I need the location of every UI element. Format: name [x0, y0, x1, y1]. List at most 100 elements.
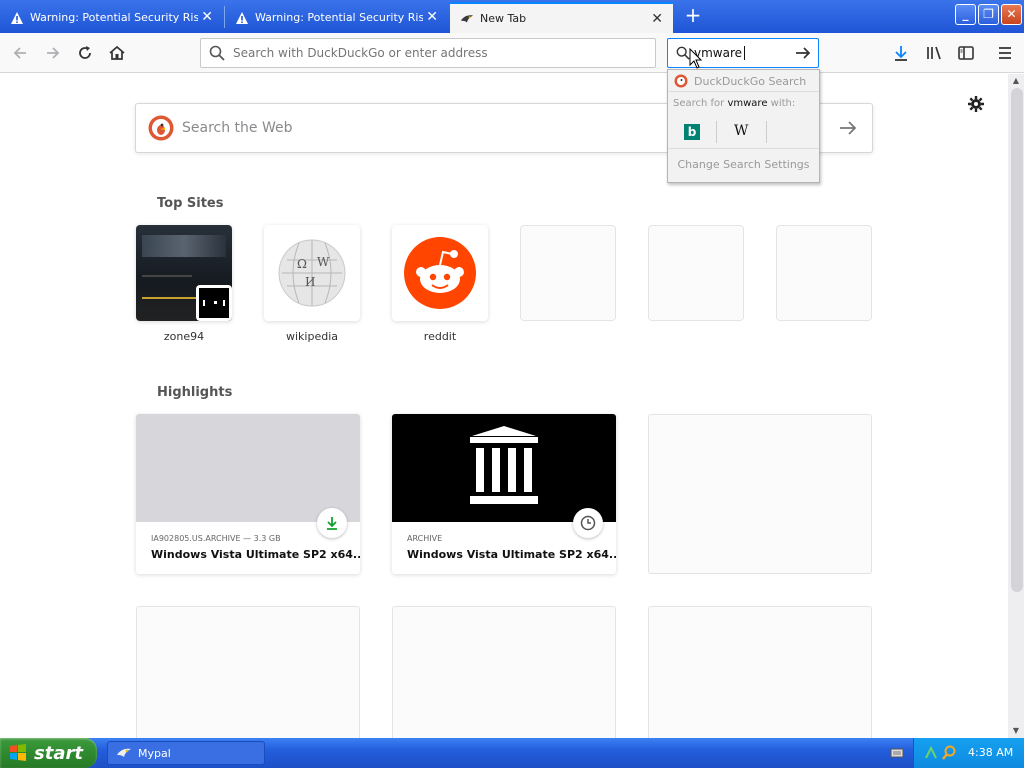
scroll-up-arrow[interactable]: ▲	[1008, 74, 1024, 88]
library-button[interactable]	[920, 39, 948, 67]
forward-button[interactable]	[39, 39, 67, 67]
reddit-logo-icon	[404, 237, 476, 309]
thumbnail-decoration	[142, 297, 202, 299]
download-icon	[895, 46, 907, 61]
highlight-empty	[648, 606, 872, 738]
mypal-favicon	[460, 14, 474, 22]
sidebar-icon	[958, 46, 974, 60]
url-input[interactable]	[233, 46, 643, 60]
tab-security-warning-1[interactable]: Warning: Potential Security Risk A ✕	[0, 2, 223, 33]
highlight-empty	[136, 606, 360, 738]
taskbar-item-mypal[interactable]: Mypal	[107, 741, 265, 765]
clock-badge	[573, 508, 603, 538]
taskbar-item-label: Mypal	[138, 746, 171, 760]
warning-icon	[11, 11, 23, 24]
minimize-button[interactable]: _	[955, 4, 976, 25]
bing-icon[interactable]: b	[684, 124, 700, 140]
top-site-label: zone94	[163, 330, 205, 343]
highlight-thumbnail	[136, 414, 360, 522]
system-tray: 4:38 AM	[890, 738, 1024, 768]
wikipedia-icon[interactable]: W	[734, 123, 748, 139]
new-tab-button[interactable]: +	[683, 5, 703, 26]
network-icon[interactable]	[924, 746, 938, 760]
divider	[668, 91, 819, 92]
close-window-button[interactable]: ✕	[1001, 4, 1022, 25]
top-site-wikipedia[interactable]: Ω W И	[264, 225, 360, 321]
highlight-card[interactable]: ARCHIVE Windows Vista Ultimate SP2 x64..…	[392, 414, 616, 574]
change-search-settings[interactable]: Change Search Settings	[668, 158, 819, 171]
url-bar[interactable]	[200, 38, 656, 68]
home-icon	[109, 45, 125, 60]
library-icon	[927, 46, 941, 60]
reload-icon	[79, 46, 91, 59]
hamburger-menu-icon	[999, 47, 1011, 59]
tab-title: Warning: Potential Security Risk A	[255, 11, 423, 24]
mouse-pointer-icon	[689, 48, 703, 69]
tab-title: New Tab	[480, 12, 527, 25]
windows-logo-icon	[10, 744, 26, 761]
close-tab-icon[interactable]: ✕	[201, 9, 213, 25]
highlight-source: ARCHIVE	[407, 534, 443, 543]
top-site-empty	[776, 225, 872, 321]
magnifier-icon[interactable]	[942, 745, 957, 760]
maximize-button[interactable]: ❐	[978, 4, 999, 25]
search-go-arrow-icon[interactable]	[838, 119, 858, 137]
new-tab-page: Search the Web Top Sites zone94 Ω W И wi…	[0, 74, 1008, 738]
close-tab-icon[interactable]: ✕	[426, 9, 438, 25]
close-tab-icon[interactable]: ✕	[651, 11, 663, 27]
duckduckgo-logo-icon	[148, 115, 174, 141]
web-search-placeholder: Search the Web	[182, 120, 293, 136]
internet-archive-logo-icon	[470, 426, 538, 504]
download-badge	[317, 508, 347, 538]
scrollbar-thumb[interactable]	[1011, 88, 1023, 592]
mypal-app-icon	[117, 748, 131, 757]
start-label: start	[34, 742, 83, 764]
search-icon	[209, 45, 225, 61]
highlight-title: Windows Vista Ultimate SP2 x64...	[407, 548, 616, 561]
top-site-reddit[interactable]	[392, 225, 488, 321]
reload-button[interactable]	[71, 39, 99, 67]
downloads-button[interactable]	[887, 39, 915, 67]
search-suggestions-popup: DuckDuckGo Search Search for vmware with…	[667, 69, 820, 183]
text-cursor	[744, 46, 746, 60]
divider	[668, 148, 819, 149]
clock-icon	[580, 515, 596, 531]
tab-title: Warning: Potential Security Risk A	[30, 11, 198, 24]
tab-new-tab[interactable]: New Tab ✕	[450, 2, 673, 33]
search-term: vmware	[727, 98, 768, 109]
svg-text:Ω: Ω	[297, 257, 307, 271]
menu-button[interactable]	[991, 39, 1019, 67]
search-for-suffix: with:	[767, 98, 796, 109]
back-button[interactable]	[6, 39, 34, 67]
download-icon	[327, 517, 337, 530]
forward-arrow-icon	[47, 47, 60, 59]
warning-icon	[236, 11, 248, 24]
top-site-zone94[interactable]	[136, 225, 232, 321]
search-for-line: Search for vmware with:	[673, 98, 795, 109]
top-sites-heading: Top Sites	[157, 196, 224, 211]
top-site-label: reddit	[423, 330, 457, 343]
svg-text:И: И	[305, 275, 315, 289]
search-for-prefix: Search for	[673, 98, 728, 109]
divider	[716, 121, 717, 143]
sidebar-button[interactable]	[952, 39, 980, 67]
thumbnail-decoration	[142, 235, 226, 257]
divider	[766, 121, 767, 143]
scroll-down-arrow[interactable]: ▼	[1008, 724, 1024, 738]
engine-title: DuckDuckGo Search	[694, 74, 807, 88]
wikipedia-globe-icon: Ω W И	[278, 239, 346, 307]
home-button[interactable]	[103, 39, 131, 67]
duckduckgo-icon	[674, 74, 688, 88]
tab-security-warning-2[interactable]: Warning: Potential Security Risk A ✕	[225, 2, 448, 33]
highlight-card[interactable]: IA902805.US.ARCHIVE — 3.3 GB Windows Vis…	[136, 414, 360, 574]
go-arrow-icon[interactable]	[794, 45, 812, 61]
start-button[interactable]: start	[0, 738, 97, 768]
thumbnail-decoration	[142, 275, 192, 277]
keyboard-icon[interactable]	[890, 746, 904, 760]
svg-text:W: W	[317, 255, 330, 269]
back-arrow-icon	[13, 47, 26, 59]
top-site-label: wikipedia	[285, 330, 338, 343]
highlight-empty	[648, 414, 872, 574]
search-icon	[676, 46, 690, 60]
gear-icon[interactable]	[967, 95, 985, 113]
